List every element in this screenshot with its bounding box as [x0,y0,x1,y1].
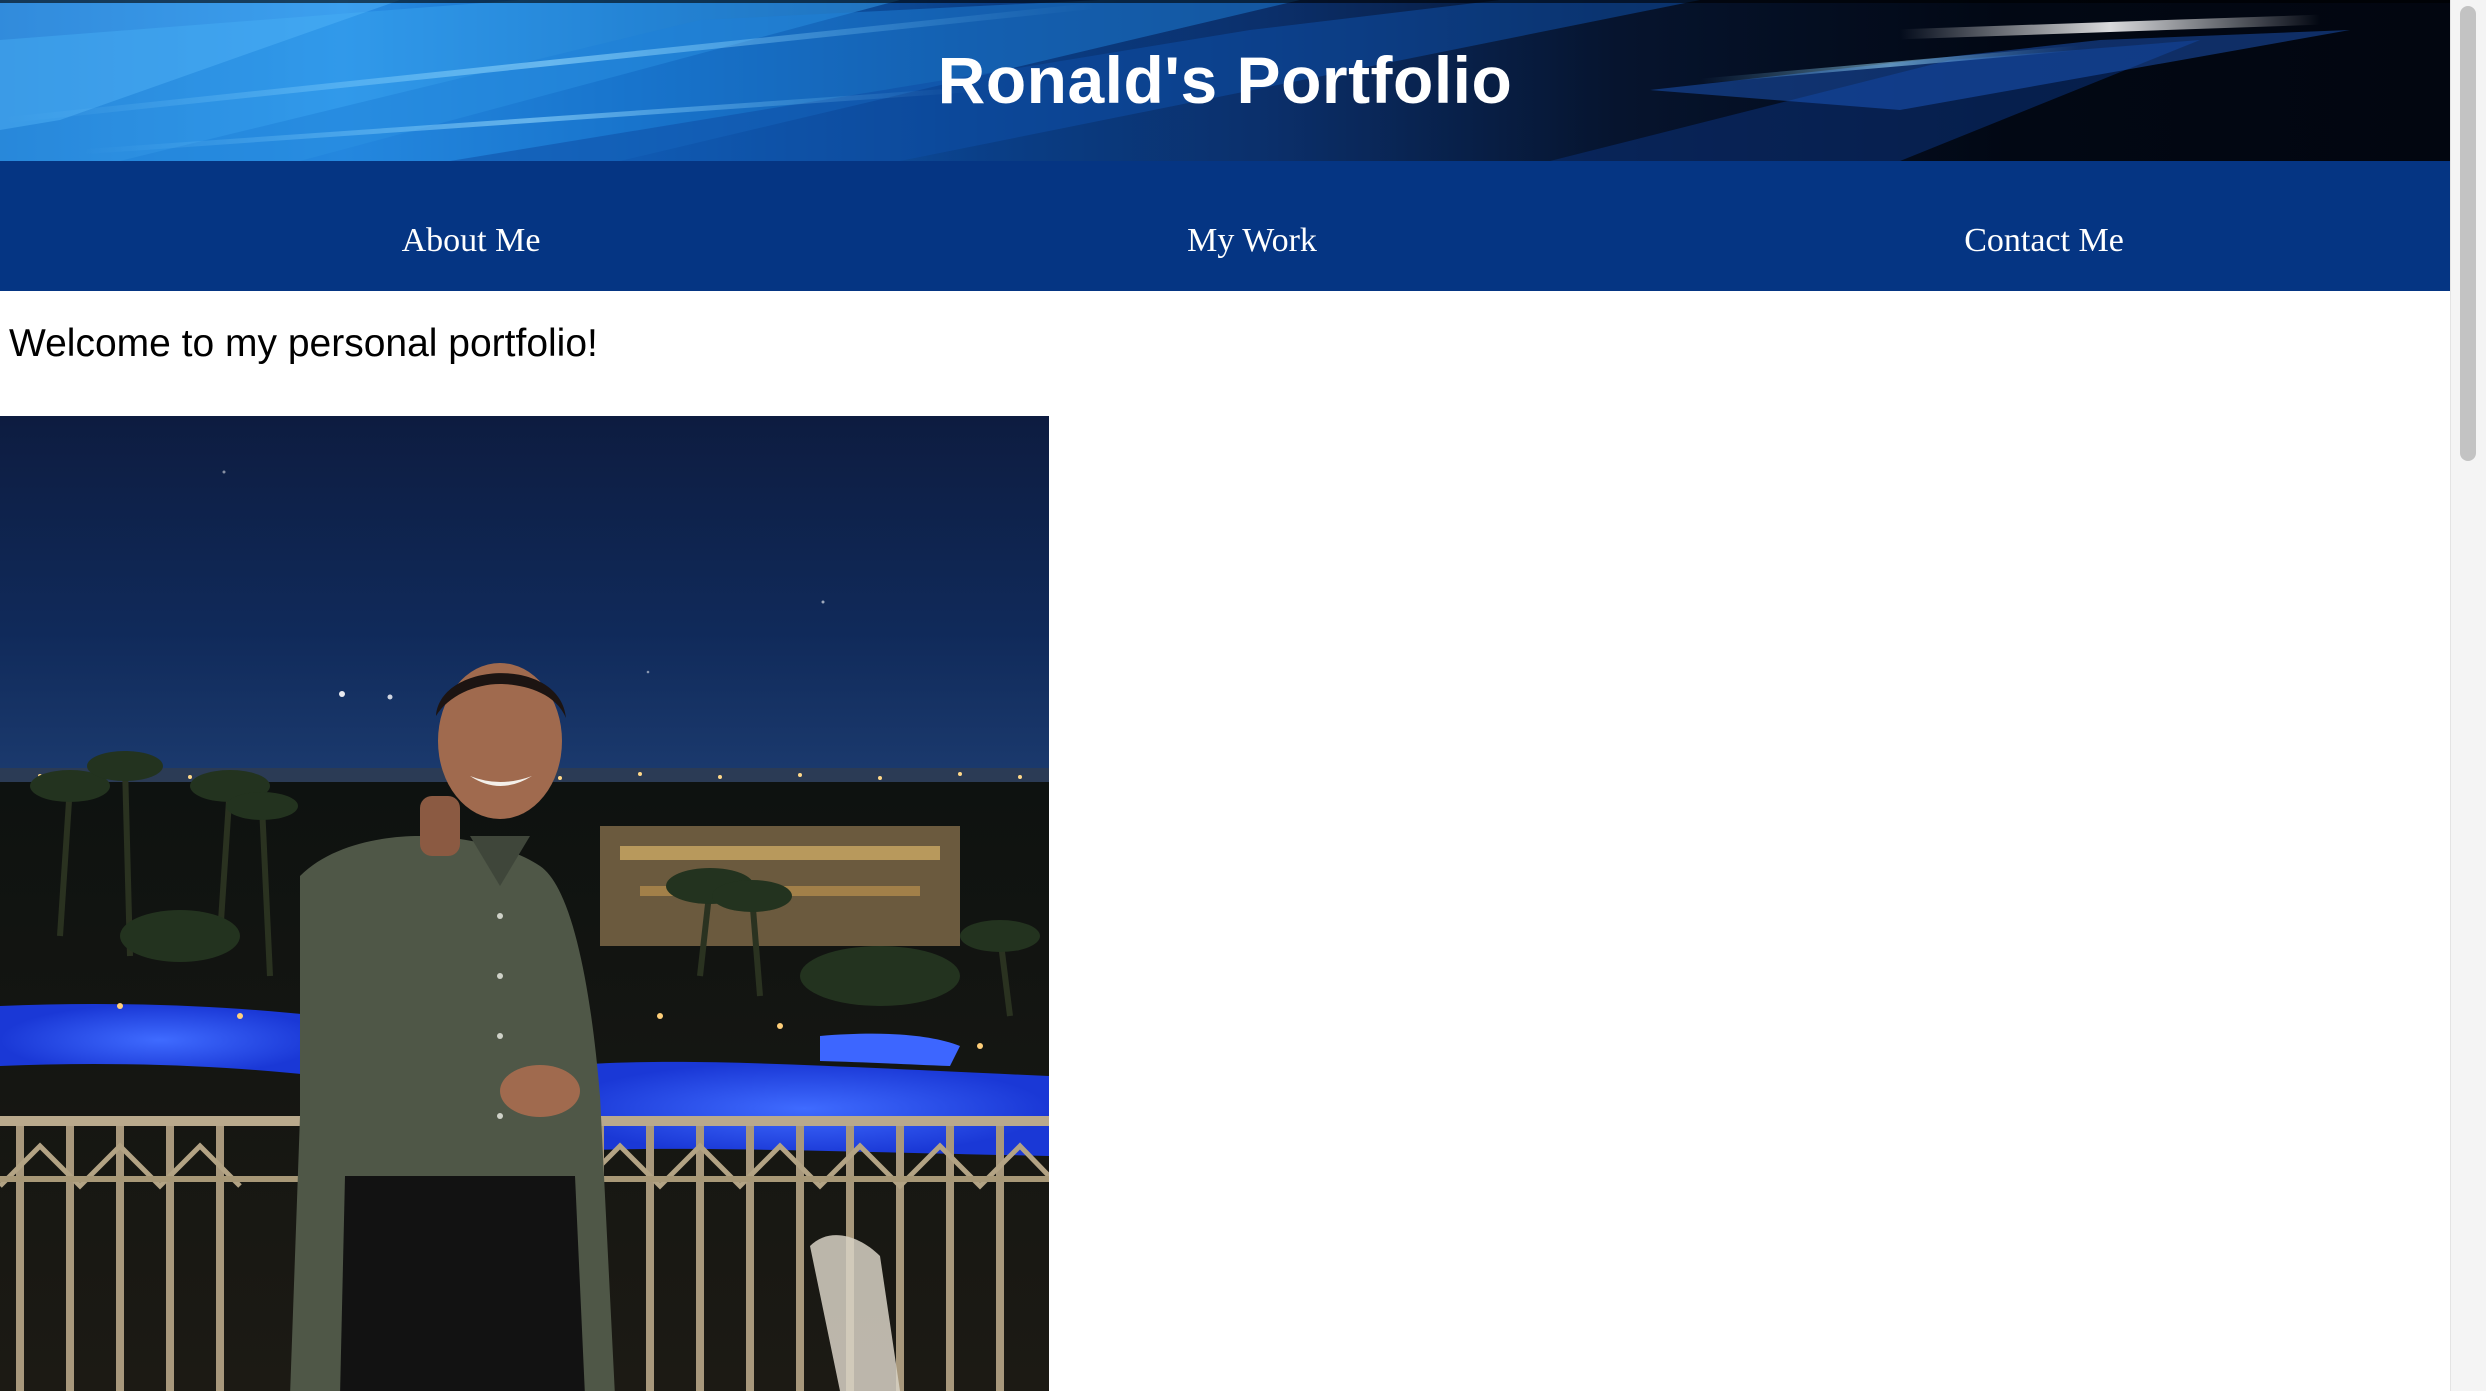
profile-photo [0,416,1049,1391]
browser-viewport: Ronald's Portfolio About Me My Work Cont… [0,0,2450,1391]
profile-photo-image [0,416,1049,1391]
vertical-scrollbar[interactable] [2450,0,2486,1391]
nav-about-me[interactable]: About Me [402,161,541,291]
header-banner: Ronald's Portfolio [0,0,2450,161]
scrollbar-thumb[interactable] [2460,6,2476,461]
welcome-heading: Welcome to my personal portfolio! [9,322,598,365]
nav-contact-me[interactable]: Contact Me [1964,161,2124,291]
page-title: Ronald's Portfolio [937,43,1513,117]
main-navigation: About Me My Work Contact Me [0,161,2450,291]
nav-my-work[interactable]: My Work [1187,161,1317,291]
